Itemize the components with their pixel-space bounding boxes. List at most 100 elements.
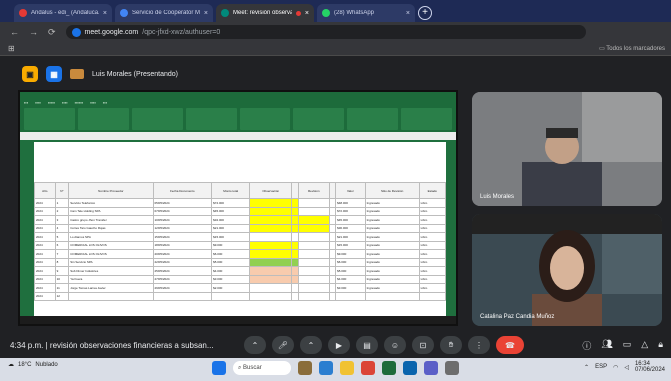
wifi-icon[interactable]: ◠ [613,364,618,371]
teams-icon[interactable] [424,361,438,375]
table-cell[interactable]: 10/05/2024 [152,215,213,225]
table-cell[interactable]: 25/05/2024 [152,266,213,276]
table-cell[interactable] [249,240,293,250]
table-cell[interactable] [297,274,330,284]
table-cell[interactable]: Cam Tele Holding SPA [68,206,154,216]
table-cell[interactable]: $45.000 [335,215,366,225]
table-cell[interactable] [249,223,293,233]
table-cell[interactable] [249,266,293,276]
table-cell[interactable]: 12/05/2024 [152,223,213,233]
table-cell[interactable] [211,291,251,301]
captions-toggle-button[interactable]: ▤ [356,336,378,354]
table-cell[interactable] [297,283,330,293]
layout-button[interactable]: ▦ [46,66,62,82]
table-cell[interactable]: 2024 [34,283,56,293]
table-cell[interactable]: 2024 [34,249,56,259]
table-cell[interactable] [297,215,330,225]
table-cell[interactable]: 11 [54,283,70,293]
table-cell[interactable]: $15.000 [211,232,251,242]
table-cell[interactable]: Libro [418,266,447,276]
table-cell[interactable]: $21.000 [335,232,366,242]
table-cell[interactable]: 1 [54,198,70,208]
table-cell[interactable]: $21.000 [211,223,251,233]
excel-icon[interactable] [382,361,396,375]
table-cell[interactable]: 8 [54,257,70,267]
table-cell[interactable]: 07/05/2024 [152,206,213,216]
table-cell[interactable]: 05/05/2024 [152,198,213,208]
volume-icon[interactable]: ◁ [624,364,629,371]
table-cell[interactable]: 2024 [34,291,56,301]
table-cell[interactable]: $5.000 [211,257,251,267]
table-cell[interactable] [297,223,330,233]
participant-tile-catalina[interactable]: Catalina Paz Candia Muñoz [472,214,662,326]
table-cell[interactable] [297,240,330,250]
audio-options-button[interactable]: ⌃ [244,336,266,354]
table-cell[interactable]: 7 [54,249,70,259]
table-cell[interactable]: Libro [418,206,447,216]
table-cell[interactable]: $9.000 [211,240,251,250]
new-tab-button[interactable]: + [418,6,432,20]
table-cell[interactable] [418,291,447,301]
close-tab-icon[interactable]: × [204,10,208,17]
settings-icon[interactable] [445,361,459,375]
tray-chevron-icon[interactable]: ⌃ [584,364,589,371]
task-view-icon[interactable] [298,361,312,375]
table-cell[interactable] [249,274,293,284]
table-cell[interactable] [249,283,293,293]
table-cell[interactable]: 6 [54,240,70,250]
table-cell[interactable] [335,291,366,301]
table-cell[interactable]: Lo Alamos SPA [68,232,154,242]
table-cell[interactable]: Ingresado [364,232,420,242]
table-cell[interactable]: Ingresado [364,198,420,208]
table-cell[interactable]: Libro [418,198,447,208]
table-cell[interactable]: 2024 [34,232,56,242]
activities-icon[interactable]: △ [641,339,648,352]
table-cell[interactable]: $45.000 [211,206,251,216]
site-info-icon[interactable] [71,27,81,37]
table-cell[interactable]: 2024 [34,266,56,276]
microphone-button[interactable]: 🎤︎ [272,336,294,354]
table-cell[interactable]: Ingresado [364,206,420,216]
forward-icon[interactable]: → [29,27,38,37]
table-cell[interactable]: COMERCIAL LOS OLIVOS [68,249,154,259]
close-tab-icon[interactable]: × [305,10,309,17]
table-cell[interactable] [297,206,330,216]
all-bookmarks-link[interactable]: ▭ Todos los marcadores [599,45,665,52]
back-icon[interactable]: ← [10,27,19,37]
table-cell[interactable] [68,291,154,301]
table-cell[interactable]: 10 [54,274,70,284]
table-cell[interactable]: 12 [54,291,70,301]
emoji-button[interactable]: ☺ [384,336,406,354]
table-cell[interactable]: Ingresado [364,257,420,267]
table-cell[interactable]: 20/05/2024 [152,249,213,259]
clock[interactable]: 16:34 07/06/2024 [635,361,665,373]
table-cell[interactable] [297,232,330,242]
apps-grid-icon[interactable]: ⊞ [8,44,15,53]
table-cell[interactable]: Libro [418,257,447,267]
table-cell[interactable]: Servicio Telefonico [68,198,154,208]
table-cell[interactable]: COMERCIAL LOS OLIVOS [68,240,154,250]
table-cell[interactable]: 18/05/2024 [152,240,213,250]
table-cell[interactable]: 9 [54,266,70,276]
table-cell[interactable]: $3.000 [335,283,366,293]
chat-icon[interactable]: ▭ [623,339,632,352]
table-cell[interactable]: $48.000 [335,198,366,208]
table-cell[interactable]: $6.000 [335,257,366,267]
captions-button[interactable]: ▣ [22,66,38,82]
table-cell[interactable]: Ya Fuera [68,274,154,284]
table-cell[interactable]: $30.000 [335,223,366,233]
table-cell[interactable]: 2024 [34,240,56,250]
browser-tab[interactable]: Meet: revisión observaciones... × [216,4,314,22]
table-cell[interactable]: Libro [418,283,447,293]
table-cell[interactable]: Ingresado [364,249,420,259]
table-cell[interactable] [152,291,213,301]
table-cell[interactable]: Cortes Taro Gaucho Rojas [68,223,154,233]
more-options-button[interactable]: ⋮ [468,336,490,354]
table-cell[interactable] [297,198,330,208]
table-cell[interactable]: 2024 [34,223,56,233]
table-cell[interactable] [364,291,420,301]
browser-tab[interactable]: Servicio de Cooperator Meri... × [115,4,213,22]
table-cell[interactable] [249,215,293,225]
table-cell[interactable]: $72.000 [211,198,251,208]
table-cell[interactable]: 22/05/2024 [152,257,213,267]
